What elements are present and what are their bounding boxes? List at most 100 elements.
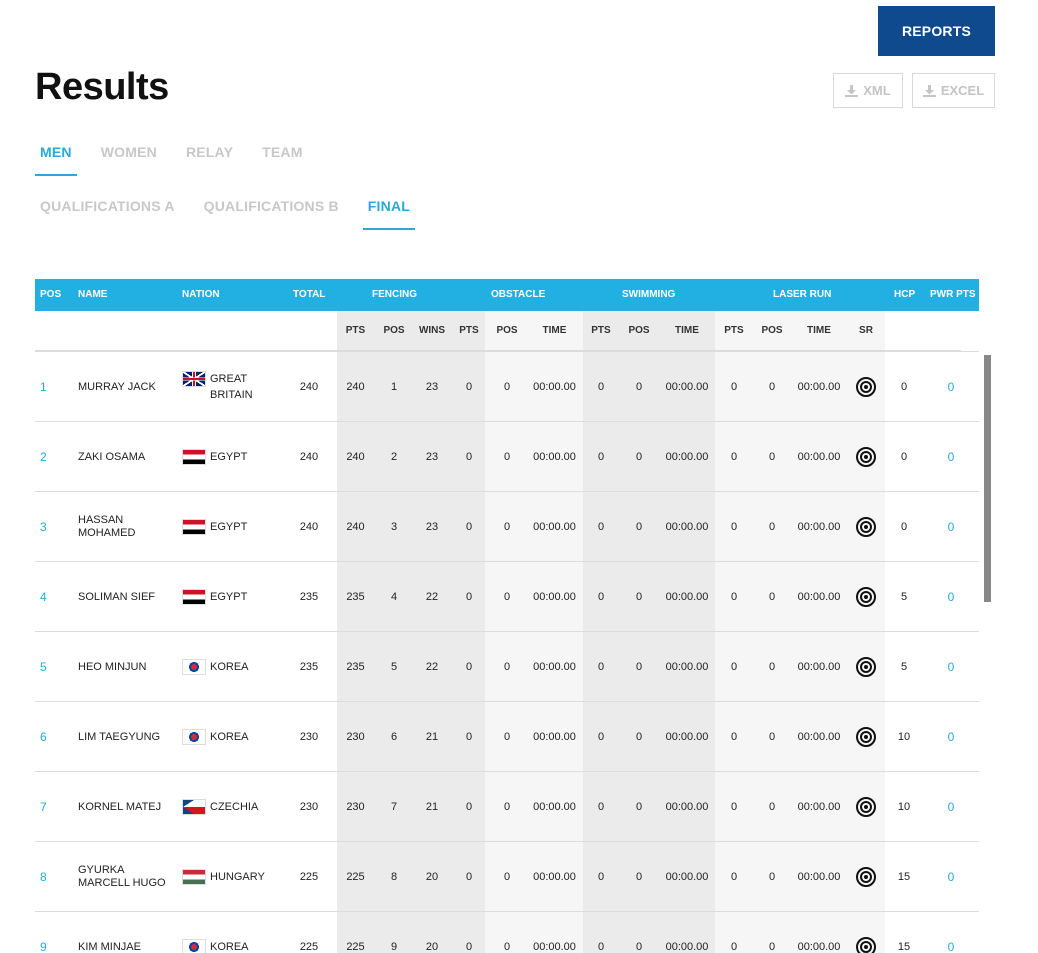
athlete-name[interactable]: GYURKA MARCELL HUGO [78, 864, 166, 890]
download-xml-button[interactable]: XML [833, 73, 903, 108]
athlete-name[interactable]: HASSAN MOHAMED [78, 514, 135, 540]
position-link[interactable]: 8 [40, 870, 47, 884]
pwr-pts-link[interactable]: 0 [948, 730, 955, 744]
col-total-header[interactable]: TOTAL [293, 289, 325, 300]
position-link[interactable]: 7 [40, 800, 47, 814]
flag-hu-icon [182, 869, 206, 885]
sub-swimming-time: TIME [675, 325, 699, 336]
pwr-pts-link[interactable]: 0 [948, 520, 955, 534]
laser-pos: 0 [768, 661, 776, 673]
position-link[interactable]: 4 [40, 590, 47, 604]
tab-team[interactable]: TEAM [257, 144, 307, 176]
target-icon[interactable] [856, 657, 876, 677]
sub-laser-sr: SR [859, 325, 873, 336]
laser-pts: 0 [730, 801, 738, 813]
target-icon[interactable] [856, 377, 876, 397]
tab-qualifications-a[interactable]: QUALIFICATIONS A [35, 198, 180, 230]
reports-button[interactable]: REPORTS [878, 6, 995, 56]
target-icon[interactable] [856, 727, 876, 747]
nation-label: KOREA [210, 941, 249, 953]
obstacle-pts: 0 [465, 941, 473, 953]
col-nation-header[interactable]: NATION [182, 289, 220, 300]
nation-label: EGYPT [210, 521, 248, 533]
nation-label: EGYPT [210, 451, 248, 463]
position-link[interactable]: 3 [40, 520, 47, 534]
laser-pts: 0 [730, 941, 738, 953]
athlete-name[interactable]: KORNEL MATEJ [78, 801, 161, 814]
tab-final[interactable]: FINAL [362, 198, 416, 230]
laser-pts: 0 [730, 381, 738, 393]
flag-kr-icon [182, 939, 206, 953]
position-link[interactable]: 9 [40, 940, 47, 953]
col-name-header[interactable]: NAME [78, 289, 107, 300]
flag-eg-icon [182, 519, 206, 535]
obstacle-pos: 0 [503, 941, 511, 953]
target-icon[interactable] [856, 447, 876, 467]
athlete-name[interactable]: KIM MINJAE [78, 941, 141, 953]
athlete-name[interactable]: LIM TAEGYUNG [78, 731, 160, 744]
swimming-time: 00:00.00 [665, 591, 709, 603]
sub-laser-pos: POS [761, 325, 783, 336]
pwr-pts-link[interactable]: 0 [948, 940, 955, 953]
nation-label: CZECHIA [210, 801, 259, 813]
fencing-pts: 225 [346, 871, 365, 883]
download-icon [845, 84, 859, 97]
obstacle-pos: 0 [503, 801, 511, 813]
swimming-time: 00:00.00 [665, 661, 709, 673]
position-link[interactable]: 6 [40, 730, 47, 744]
scrollbar-thumb[interactable] [984, 355, 991, 602]
col-pwr-pts-header[interactable]: PWR PTS [930, 289, 976, 300]
hcp-value: 0 [900, 381, 908, 393]
total-value: 230 [299, 801, 319, 813]
flag-cz-icon [182, 799, 206, 815]
fencing-pos: 8 [390, 871, 398, 883]
laser-pos: 0 [768, 801, 776, 813]
target-icon[interactable] [856, 517, 876, 537]
sub-obstacle-time: TIME [542, 325, 567, 336]
total-value: 240 [299, 451, 319, 463]
target-icon[interactable] [856, 797, 876, 817]
obstacle-time: 00:00.00 [533, 451, 576, 463]
download-excel-button[interactable]: EXCEL [912, 73, 995, 108]
sub-laser-time: TIME [807, 325, 831, 336]
pwr-pts-link[interactable]: 0 [948, 450, 955, 464]
laser-pos: 0 [768, 871, 776, 883]
target-icon[interactable] [856, 587, 876, 607]
tab-men[interactable]: MEN [35, 144, 77, 176]
pwr-pts-link[interactable]: 0 [948, 380, 955, 394]
table-row: 4 SOLIMAN SIEF EGYPT 235 235 4 22 0 0 00… [35, 561, 979, 631]
laser-pts: 0 [730, 871, 738, 883]
pwr-pts-link[interactable]: 0 [948, 870, 955, 884]
nation-label: HUNGARY [210, 871, 265, 883]
swimming-pos: 0 [635, 451, 643, 463]
pwr-pts-link[interactable]: 0 [948, 590, 955, 604]
target-icon[interactable] [856, 937, 876, 953]
sub-laser-pts: PTS [724, 325, 744, 336]
hcp-value: 15 [897, 871, 911, 883]
total-value: 235 [299, 591, 319, 603]
laser-time: 00:00.00 [797, 661, 841, 673]
athlete-name[interactable]: HEO MINJUN [78, 661, 146, 674]
pwr-pts-link[interactable]: 0 [948, 800, 955, 814]
athlete-name[interactable]: MURRAY JACK [78, 381, 156, 394]
table-row: 8 GYURKA MARCELL HUGO HUNGARY 225 225 8 2… [35, 841, 979, 911]
swimming-time: 00:00.00 [665, 381, 709, 393]
pwr-pts-link[interactable]: 0 [948, 660, 955, 674]
tab-relay[interactable]: RELAY [181, 144, 238, 176]
swimming-pts: 0 [597, 801, 605, 813]
target-icon[interactable] [856, 867, 876, 887]
swimming-time: 00:00.00 [665, 451, 709, 463]
col-hcp-header[interactable]: HCP [894, 289, 915, 300]
nation-label: KOREA [210, 661, 249, 673]
tab-women[interactable]: WOMEN [96, 144, 162, 176]
position-link[interactable]: 5 [40, 660, 47, 674]
athlete-name[interactable]: ZAKI OSAMA [78, 451, 145, 464]
position-link[interactable]: 1 [40, 380, 47, 394]
tab-qualifications-b[interactable]: QUALIFICATIONS B [199, 198, 344, 230]
col-pos-header[interactable]: POS [40, 289, 61, 300]
table-row: 6 LIM TAEGYUNG KOREA 230 230 6 21 0 0 00… [35, 701, 979, 771]
position-link[interactable]: 2 [40, 450, 47, 464]
athlete-name[interactable]: SOLIMAN SIEF [78, 591, 155, 604]
swimming-pos: 0 [635, 801, 643, 813]
flag-kr-icon [182, 729, 206, 745]
